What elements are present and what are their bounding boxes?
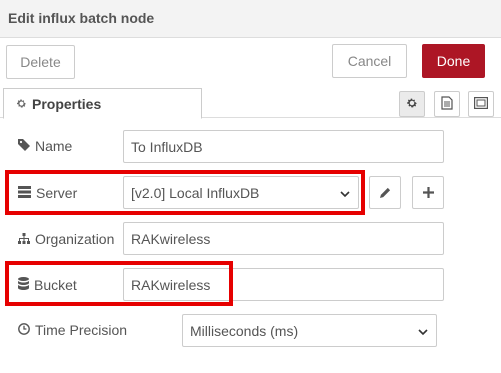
plus-icon bbox=[422, 185, 434, 201]
pencil-icon bbox=[379, 185, 391, 201]
description-tab-button[interactable] bbox=[434, 91, 460, 117]
add-server-button[interactable] bbox=[412, 176, 444, 209]
time-precision-label: Time Precision bbox=[35, 322, 128, 338]
time-precision-select[interactable]: Milliseconds (ms) bbox=[182, 314, 437, 347]
dialog-header: Edit influx batch node bbox=[0, 0, 501, 38]
tab-properties[interactable]: Properties bbox=[3, 88, 202, 119]
organization-row: Organization bbox=[18, 222, 114, 256]
settings-tab-button[interactable] bbox=[399, 91, 425, 117]
organization-input[interactable]: RAKwireless bbox=[123, 222, 444, 255]
name-row: Name bbox=[18, 129, 72, 163]
clock-icon bbox=[18, 322, 30, 338]
done-button[interactable]: Done bbox=[422, 44, 485, 78]
delete-button[interactable]: Delete bbox=[6, 45, 75, 79]
description-icon bbox=[441, 95, 453, 113]
name-input[interactable]: To InfluxDB bbox=[123, 130, 444, 163]
time-precision-row: Time Precision bbox=[18, 313, 127, 347]
cancel-button[interactable]: Cancel bbox=[332, 44, 407, 78]
edit-server-button[interactable] bbox=[369, 176, 401, 209]
gear-icon bbox=[406, 96, 418, 112]
chevron-down-icon bbox=[418, 323, 428, 339]
time-precision-select-value: Milliseconds (ms) bbox=[190, 322, 299, 339]
bucket-highlight-box bbox=[5, 261, 233, 306]
tab-properties-label: Properties bbox=[32, 95, 102, 112]
gear-icon bbox=[16, 96, 27, 112]
server-highlight-box bbox=[5, 170, 365, 215]
dialog-title: Edit influx batch node bbox=[8, 10, 155, 26]
sitemap-icon bbox=[18, 231, 30, 247]
tag-icon bbox=[18, 138, 30, 154]
appearance-icon bbox=[474, 96, 489, 112]
appearance-tab-button[interactable] bbox=[468, 91, 494, 117]
name-label: Name bbox=[35, 138, 73, 154]
organization-label: Organization bbox=[35, 231, 115, 247]
tab-bar: Properties bbox=[0, 88, 501, 119]
